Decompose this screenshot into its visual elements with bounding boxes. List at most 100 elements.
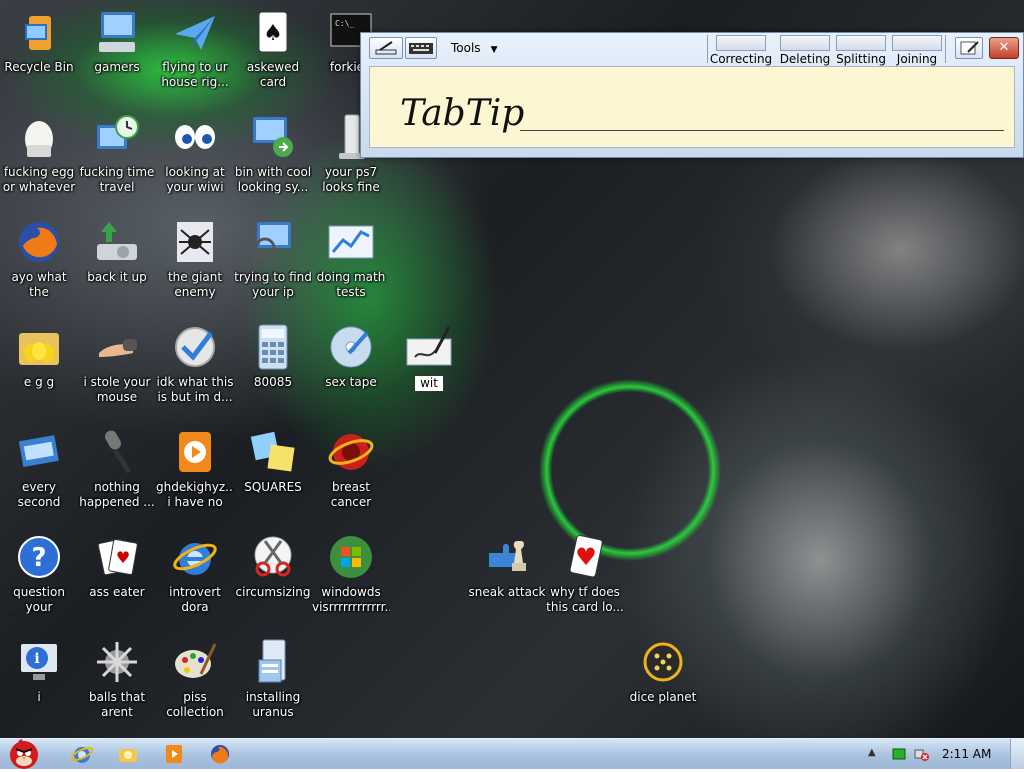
info-monitor-icon: i — [15, 638, 63, 686]
show-desktop-button[interactable] — [1010, 739, 1024, 769]
desktop-icon-sex-tape[interactable]: sex tape — [312, 323, 390, 390]
search-monitor-icon — [249, 218, 297, 266]
splitting-demo-icon — [836, 35, 886, 51]
chart-icon — [327, 218, 375, 266]
desktop-icon-gamers[interactable]: gamers — [78, 8, 156, 75]
desktop-icon-bin-cool[interactable]: bin with cool looking sy... — [234, 113, 312, 195]
taskbar-explorer[interactable] — [116, 743, 140, 765]
desktop-icon-breast-cancer[interactable]: breast cancer diego — [312, 428, 390, 510]
desktop-icon-askewed-card[interactable]: ♠ askewed card humping t... — [234, 8, 312, 90]
icon-label: ass eater — [89, 585, 145, 599]
desktop-icon-mouse[interactable]: i stole your mouse — [78, 323, 156, 405]
desktop-icon-circumsizing[interactable]: circumsizing — [234, 533, 312, 600]
rename-input[interactable]: wit — [414, 375, 444, 392]
gesture-correcting[interactable]: Correcting — [709, 35, 773, 66]
desktop-icon-nothing[interactable]: nothing happened ... — [78, 428, 156, 510]
monitor-keyboard-icon — [93, 8, 141, 56]
keyboard-mode-button[interactable] — [405, 37, 437, 59]
icon-label: why tf does this card lo... — [546, 585, 624, 614]
desktop[interactable]: Recycle Bin fucking egg or whatever ayo … — [0, 0, 1024, 738]
scissors-icon — [249, 533, 297, 581]
desktop-icon-ip[interactable]: trying to find your ip adress — [234, 218, 312, 300]
icon-label: piss collection — [166, 690, 224, 719]
chess-puzzle-icon — [483, 533, 531, 581]
icon-label: the giant enemy spider — [167, 270, 223, 299]
close-button[interactable]: ✕ — [989, 37, 1019, 59]
handwriting-area[interactable]: TabTip — [369, 66, 1015, 148]
desktop-icon-piss[interactable]: piss collection — [156, 638, 234, 720]
desktop-icon-every-second[interactable]: every second your not ru... — [0, 428, 78, 510]
desktop-icon-ass-eater[interactable]: ♥ ass eater — [78, 533, 156, 600]
desktop-icon-flying[interactable]: flying to ur house rig... — [156, 8, 234, 90]
gesture-label: Splitting — [836, 52, 886, 66]
spider-icon — [171, 218, 219, 266]
icon-label: doing math tests — [316, 270, 386, 299]
desktop-icon-recycle-bin[interactable]: Recycle Bin — [0, 8, 78, 75]
pen-icon — [375, 41, 397, 55]
taskbar: ▲ 2:11 AM — [0, 738, 1024, 769]
help-button[interactable] — [955, 37, 983, 59]
svg-text:i: i — [34, 651, 39, 667]
desktop-icon-idk[interactable]: idk what this is but im d... — [156, 323, 234, 405]
show-hidden-icons-icon[interactable]: ▲ — [868, 747, 882, 761]
desktop-icon-spider[interactable]: the giant enemy spider — [156, 218, 234, 300]
input-panel-toolbar: Tools ▼ Correcting Deleting Splitting Joi… — [361, 33, 1023, 66]
desktop-icon-back-it-up[interactable]: back it up — [78, 218, 156, 285]
desktop-icon-i[interactable]: i i — [0, 638, 78, 705]
dice-icon — [639, 638, 687, 686]
hand-icon — [93, 323, 141, 371]
desktop-icon-dice-planet[interactable]: dice planet — [624, 638, 702, 705]
desktop-icon-windowds[interactable]: windowds visrrrrrrrrrrrr... — [312, 533, 390, 615]
taskbar-firefox[interactable] — [208, 743, 232, 765]
icon-label: i — [37, 690, 41, 704]
icon-label: bin with cool looking sy... — [234, 165, 312, 194]
desktop-icon-wiwi[interactable]: looking at your wiwi — [156, 113, 234, 195]
start-button[interactable] — [2, 733, 46, 769]
icon-label: wit — [390, 375, 468, 392]
desktop-icon-balls[interactable]: balls that arent shaved — [78, 638, 156, 720]
gesture-splitting[interactable]: Splitting — [829, 35, 893, 66]
desktop-icon-fox[interactable]: ayo what the fox doing t... — [0, 218, 78, 300]
gesture-joining[interactable]: Joining — [885, 35, 949, 66]
desktop-icon-why-tf[interactable]: ♥ why tf does this card lo... — [546, 533, 624, 615]
desktop-icon-math[interactable]: doing math tests — [312, 218, 390, 300]
desktop-icon-wit[interactable]: wit — [390, 323, 468, 392]
svg-text:♠: ♠ — [263, 21, 283, 46]
gesture-deleting[interactable]: Deleting — [773, 35, 837, 66]
handwriting-mode-button[interactable] — [369, 37, 403, 59]
desktop-icon-egg[interactable]: fucking egg or whatever — [0, 113, 78, 195]
desktop-icon-question[interactable]: ? question your life choices — [0, 533, 78, 615]
sticky-notes-icon — [249, 428, 297, 476]
dvd-icon — [327, 323, 375, 371]
tablet-input-panel[interactable]: Tools ▼ Correcting Deleting Splitting Joi… — [360, 32, 1024, 158]
installer-icon — [249, 638, 297, 686]
icon-label: i stole your mouse — [83, 375, 151, 404]
clock[interactable]: 2:11 AM — [942, 747, 991, 761]
joining-demo-icon — [892, 35, 942, 51]
desktop-icon-80085[interactable]: 80085 — [234, 323, 312, 390]
icon-label: question your life choices — [13, 585, 65, 614]
desktop-icon-sneak-attack[interactable]: sneak attack — [468, 533, 546, 600]
keyboard-icon — [409, 43, 433, 54]
desktop-icon-uranus[interactable]: installing uranus — [234, 638, 312, 720]
desktop-icon-dora[interactable]: introvert dora the explorer — [156, 533, 234, 615]
calculator-icon — [249, 323, 297, 371]
writing-baseline — [520, 130, 1004, 131]
desktop-icon-ghdek[interactable]: ghdekighyz... i have no id... — [156, 428, 234, 510]
desktop-icon-e-g-g[interactable]: e g g — [0, 323, 78, 390]
battery-icon[interactable] — [892, 747, 906, 761]
paper-plane-icon — [171, 8, 219, 56]
icon-label: windowds visrrrrrrrrrrrr... — [312, 585, 390, 614]
tools-menu[interactable]: Tools ▼ — [451, 41, 497, 55]
explorer-icon — [119, 749, 137, 762]
taskbar-ie[interactable] — [70, 743, 94, 765]
taskbar-media-player[interactable] — [162, 743, 186, 765]
tools-label: Tools — [451, 41, 481, 55]
angry-bird-icon — [10, 739, 38, 769]
recycle-bin-icon — [15, 8, 63, 56]
icon-label: fucking time travel — [79, 165, 155, 194]
network-icon[interactable] — [914, 747, 929, 761]
desktop-icon-time-travel[interactable]: fucking time travel — [78, 113, 156, 195]
desktop-icon-squares[interactable]: SQUARES — [234, 428, 312, 495]
icon-label: e g g — [23, 375, 55, 389]
